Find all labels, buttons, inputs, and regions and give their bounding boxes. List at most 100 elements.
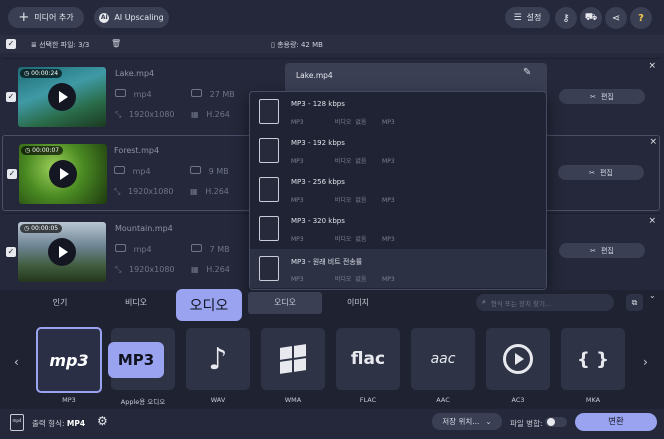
- device-detect-icon[interactable]: ⧉: [626, 294, 643, 311]
- tab-video[interactable]: 비디오: [98, 292, 174, 314]
- edit-button[interactable]: ✂ 편집: [558, 165, 644, 180]
- help-icon[interactable]: ?: [630, 7, 652, 29]
- list-check-icon: ≣: [31, 41, 40, 49]
- duration-badge: ◷ 00:00:05: [20, 224, 63, 233]
- trash-icon[interactable]: 🗑: [111, 39, 121, 48]
- edit-button[interactable]: ✂ 편집: [559, 89, 645, 104]
- remove-file-icon[interactable]: ×: [648, 216, 656, 226]
- size-info: 7 MB: [191, 244, 230, 254]
- audio-tab-callout: 오디오: [176, 289, 242, 321]
- scissors-icon: ✂: [590, 246, 596, 255]
- aac-icon: aac: [430, 351, 456, 367]
- film-icon: ▦: [191, 265, 199, 274]
- remove-file-icon[interactable]: ×: [648, 61, 656, 71]
- preset-item[interactable]: MP3 - 256 kbps MP3 비디오 없음 MP3: [250, 170, 546, 209]
- disk-icon: [191, 244, 202, 252]
- edit-button[interactable]: ✂ 편집: [559, 243, 645, 258]
- resize-icon: ⤡: [114, 187, 121, 196]
- scroll-left-icon[interactable]: ‹: [14, 355, 19, 369]
- tab-image[interactable]: 이미지: [322, 292, 394, 314]
- resolution-info: ⤡ 1920x1080: [115, 110, 175, 119]
- codec-info: ▦ H.264: [190, 187, 229, 196]
- preset-item[interactable]: MP3 - 192 kbps MP3 비디오 없음 MP3: [250, 131, 546, 170]
- scroll-right-icon[interactable]: ›: [643, 355, 648, 369]
- mp3-callout: MP3: [108, 342, 164, 378]
- file-checkbox[interactable]: ✓: [6, 92, 16, 102]
- format-wma[interactable]: [261, 328, 325, 390]
- remove-file-icon[interactable]: ×: [649, 137, 657, 147]
- format-mp3[interactable]: mp3: [36, 327, 102, 393]
- gear-icon[interactable]: ⚙: [97, 414, 108, 428]
- format-info: mp4: [115, 89, 152, 99]
- audio-file-icon: [259, 256, 279, 281]
- codec-info: ▦ H.264: [191, 110, 230, 119]
- video-thumbnail[interactable]: ◷ 00:00:07: [19, 144, 107, 204]
- selected-files-label: ≣ 선택한 파일: 3/3: [31, 41, 90, 49]
- film-icon: ▦: [191, 110, 199, 119]
- key-icon[interactable]: ⚷: [555, 7, 577, 29]
- audio-file-icon: [259, 99, 279, 124]
- output-file-icon: mp4: [10, 414, 24, 431]
- merge-files-toggle[interactable]: [545, 417, 567, 427]
- mka-icon: { }: [577, 348, 609, 370]
- resize-icon: ⤡: [115, 265, 122, 274]
- ac3-play-icon: [503, 344, 533, 374]
- format-search-input[interactable]: ⌕ 형식 또는 장치 찾기...: [476, 294, 614, 311]
- merge-files-label: 파일 병합:: [510, 419, 543, 428]
- format-label: AC3: [511, 396, 525, 404]
- tab-popular[interactable]: 인기: [22, 292, 98, 314]
- share-icon[interactable]: ⋖: [605, 7, 627, 29]
- convert-button[interactable]: 변환: [575, 413, 657, 431]
- search-icon: ⌕: [482, 298, 486, 306]
- play-icon[interactable]: [48, 83, 76, 111]
- output-format: 출력 형식: MP4: [32, 419, 86, 428]
- total-size-label: ▯ 총용량: 42 MB: [271, 41, 323, 49]
- scissors-icon: ✂: [589, 168, 595, 177]
- file-checkbox[interactable]: ✓: [6, 247, 16, 257]
- ai-upscaling-button[interactable]: AI AI Upscaling: [94, 7, 169, 28]
- add-media-button[interactable]: + 미디어 추가: [8, 7, 84, 28]
- format-label: Apple용 오디오: [120, 398, 166, 406]
- preset-item[interactable]: MP3 - 320 kbps MP3 비디오 없음 MP3: [250, 209, 546, 248]
- preset-item-selected[interactable]: MP3 - 원래 비트 전송률 MP3 비디오 없음 MP3: [250, 249, 546, 288]
- format-ac3[interactable]: [486, 328, 550, 390]
- disk-icon: [190, 166, 201, 174]
- format-aac[interactable]: aac: [411, 328, 475, 390]
- format-info: mp4: [115, 244, 152, 254]
- format-wav[interactable]: ♪: [186, 328, 250, 390]
- format-label: FLAC: [359, 396, 377, 404]
- pencil-icon[interactable]: ✎: [523, 67, 531, 78]
- chevron-down-icon: ⌄: [485, 417, 492, 426]
- play-icon[interactable]: [49, 160, 77, 188]
- output-filename: Lake.mp4: [296, 71, 333, 80]
- format-label: AAC: [436, 396, 450, 404]
- tab-audio[interactable]: 오디오: [248, 292, 322, 314]
- video-thumbnail[interactable]: ◷ 00:00:05: [18, 222, 106, 282]
- settings-button[interactable]: ☰ 설정: [505, 7, 550, 28]
- windows-logo-icon: [280, 344, 306, 374]
- format-mka[interactable]: { }: [561, 328, 625, 390]
- collapse-chevron-icon[interactable]: ⌄: [649, 291, 656, 300]
- folder-icon: [115, 244, 126, 252]
- resolution-info: ⤡ 1920x1080: [115, 265, 175, 274]
- wav-note-icon: ♪: [208, 341, 228, 377]
- file-name: Mountain.mp4: [115, 224, 173, 233]
- audio-file-icon: [259, 216, 279, 241]
- preset-item[interactable]: MP3 - 128 kbps MP3 비디오 없음 MP3: [250, 92, 546, 131]
- video-thumbnail[interactable]: ◷ 00:00:24: [18, 67, 106, 127]
- select-all-checkbox[interactable]: ✓: [6, 39, 16, 49]
- size-info: 27 MB: [191, 89, 235, 99]
- size-info: 9 MB: [190, 166, 229, 176]
- duration-badge: ◷ 00:00:07: [21, 146, 64, 155]
- format-label: WMA: [284, 396, 302, 404]
- play-icon[interactable]: [48, 238, 76, 266]
- plus-icon: +: [18, 9, 30, 25]
- save-location-dropdown[interactable]: 저장 위치... ⌄: [432, 413, 502, 430]
- preset-dropdown: MP3 - 128 kbps MP3 비디오 없음 MP3 MP3 - 192 …: [249, 91, 547, 290]
- mp3-icon: mp3: [49, 350, 89, 370]
- folder-icon: [115, 89, 126, 97]
- resize-icon: ⤡: [115, 110, 122, 119]
- file-checkbox[interactable]: ✓: [7, 169, 17, 179]
- format-flac[interactable]: flac: [336, 328, 400, 390]
- cart-icon[interactable]: ⛟: [580, 7, 602, 29]
